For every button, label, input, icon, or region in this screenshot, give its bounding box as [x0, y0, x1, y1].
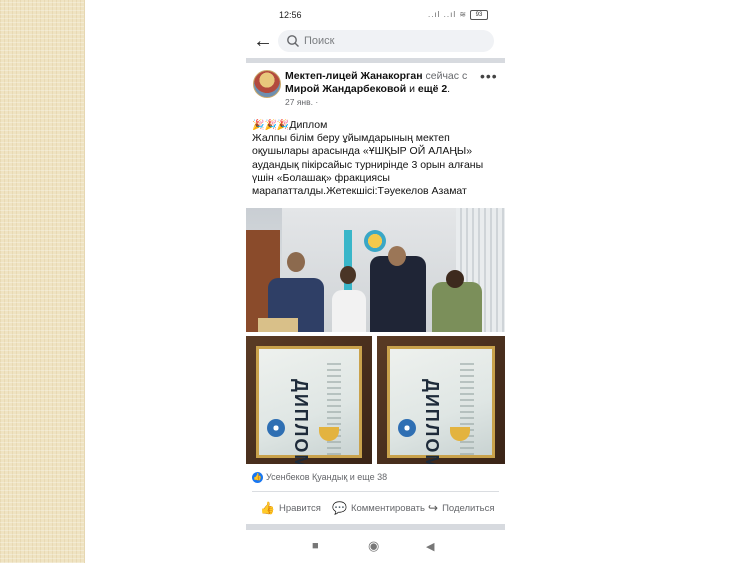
certificate-paper: ДИПЛОМ	[387, 346, 495, 464]
post-date[interactable]: 27 янв. ·	[285, 97, 318, 107]
search-input[interactable]: Поиск	[278, 30, 494, 52]
photo-person	[332, 290, 366, 332]
photo-person-head	[287, 252, 305, 272]
photo-emblem	[364, 230, 386, 252]
back-arrow-icon[interactable]: ←	[253, 30, 273, 52]
share-label: Поделиться	[442, 502, 495, 514]
author-name[interactable]: Мектеп-лицей Жанакорган	[285, 70, 423, 82]
photo-person	[432, 282, 482, 332]
comment-button[interactable]: 💬 Комментировать	[332, 498, 425, 518]
status-time: 12:56	[279, 10, 302, 20]
post-connector: сейчас с	[422, 70, 468, 82]
party-emoji-icon: 🎉🎉🎉	[252, 120, 290, 131]
nav-back-icon[interactable]: ◀	[426, 540, 434, 553]
post-photo-certificate[interactable]: ДИПЛОМ	[246, 336, 372, 464]
post-header-end: .	[447, 83, 451, 95]
post-text-title: Диплом	[289, 119, 328, 131]
system-nav-bar: ■ ◉ ◀	[246, 532, 505, 563]
divider	[246, 58, 505, 63]
battery-icon: 93	[470, 10, 488, 20]
post-photo-main[interactable]	[246, 208, 505, 332]
post-text-body: Жалпы білім беру ұйымдарының мектеп оқуш…	[252, 132, 484, 198]
share-icon: ↪	[428, 501, 439, 515]
thumbs-up-icon: 👍	[260, 501, 275, 515]
divider	[252, 491, 499, 492]
post-photo-certificate[interactable]: ДИПЛОМ	[377, 336, 505, 464]
post-text: 🎉🎉🎉Диплом Жалпы білім беру ұйымдарының м…	[252, 119, 502, 198]
tagged-more[interactable]: ещё 2	[418, 83, 447, 95]
certificate-text-lines	[327, 363, 341, 455]
reactions-summary[interactable]: 👍 Усенбеков Қуандық и еще 38	[252, 472, 388, 484]
certificate-seal-icon	[398, 419, 416, 437]
home-icon[interactable]: ◉	[368, 538, 379, 554]
tagged-user[interactable]: Мирой Жандарбековой	[285, 83, 406, 95]
certificate-paper: ДИПЛОМ	[256, 346, 362, 464]
post-photo-row: ДИПЛОМ ДИПЛОМ	[246, 336, 505, 464]
decorative-side-panel	[0, 0, 85, 563]
recent-apps-icon[interactable]: ■	[312, 540, 319, 552]
search-header: ← Поиск	[246, 28, 505, 56]
more-options-icon[interactable]: •••	[480, 68, 498, 84]
certificate-seal-icon	[267, 419, 285, 437]
photo-person-head	[340, 266, 356, 284]
comment-icon: 💬	[332, 501, 347, 515]
phone-screen: 12:56 ..ıl ..ıl ≋ 93 ← Поиск Мектеп-лице…	[246, 0, 505, 563]
photo-person	[370, 256, 426, 332]
status-bar: 12:56 ..ıl ..ıl ≋ 93	[246, 0, 505, 30]
post-connector-and: и	[406, 83, 418, 95]
comment-label: Комментировать	[350, 502, 425, 514]
like-reaction-icon: 👍	[252, 472, 263, 484]
signal-wifi-icon: ..ıl ..ıl ≋	[428, 10, 468, 19]
photo-person-head	[388, 246, 406, 266]
certificate-title: ДИПЛОМ	[291, 379, 311, 464]
post-actions: 👍 Нравится 💬 Комментировать ↪ Поделиться	[246, 498, 505, 518]
divider	[246, 524, 505, 530]
search-icon	[287, 35, 299, 47]
avatar[interactable]	[253, 70, 281, 98]
like-button[interactable]: 👍 Нравится	[260, 498, 321, 518]
certificate-text-lines	[460, 363, 474, 455]
share-button[interactable]: ↪ Поделиться	[428, 498, 495, 518]
photo-held-certificate	[258, 318, 298, 332]
reactions-text: Усенбеков Қуандық и еще 38	[266, 472, 388, 482]
photo-person-head	[446, 270, 464, 288]
post-header: Мектеп-лицей Жанакорган сейчас с Мирой Ж…	[285, 70, 475, 96]
like-label: Нравится	[278, 502, 321, 514]
certificate-title: ДИПЛОМ	[422, 379, 442, 464]
search-placeholder: Поиск	[304, 35, 335, 47]
